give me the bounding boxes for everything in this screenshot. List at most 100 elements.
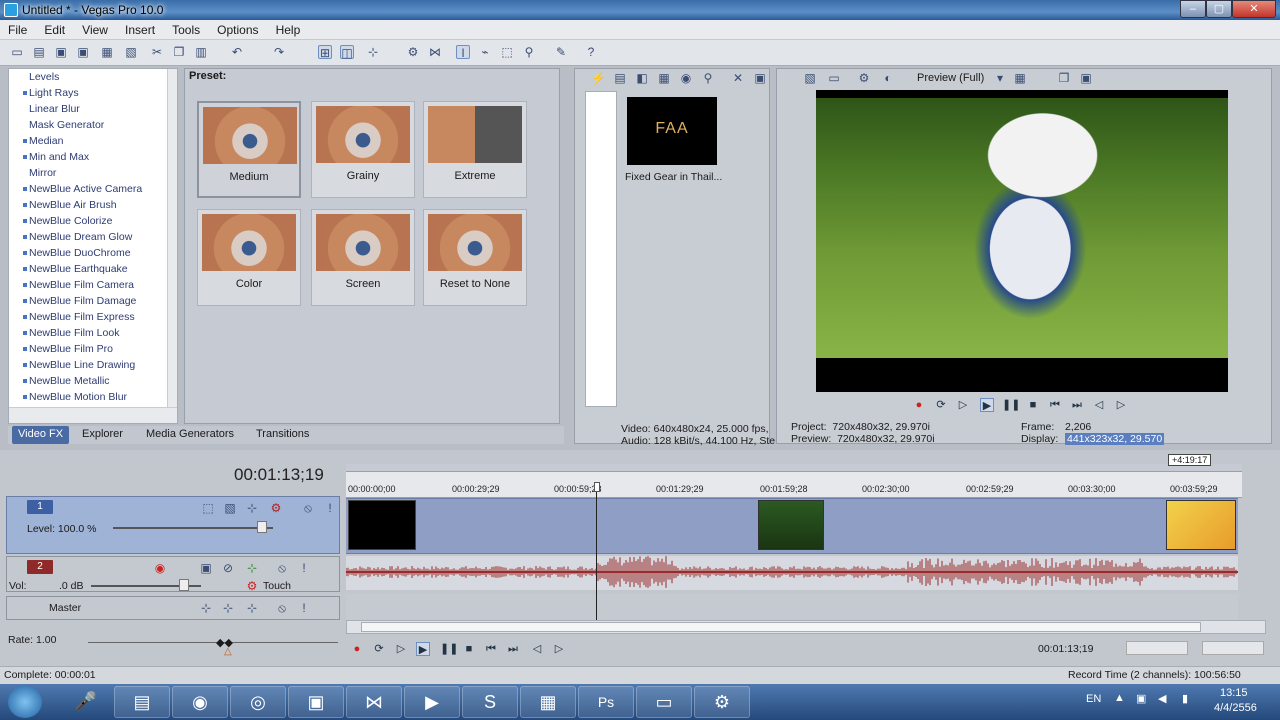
external-monitor-icon[interactable]: ▭ xyxy=(827,71,841,85)
start-button[interactable] xyxy=(8,686,42,718)
media-player-taskbar-icon[interactable]: ▶ xyxy=(404,686,460,718)
save-icon[interactable]: ▣ xyxy=(54,45,68,59)
wand-icon[interactable]: ✎ xyxy=(554,45,568,59)
timeline-ruler[interactable]: +4:19:17 00:00:00;00 00:00:29;29 00:00:5… xyxy=(346,454,1242,498)
go-to-start-icon[interactable]: ⏮ xyxy=(1048,398,1062,412)
properties-icon[interactable]: ▧ xyxy=(124,45,138,59)
fx-list-item[interactable]: NewBlue Film Pro xyxy=(9,341,177,357)
open-icon[interactable]: ▤ xyxy=(32,45,46,59)
stop-icon[interactable]: ■ xyxy=(1026,398,1040,412)
level-slider[interactable] xyxy=(113,527,273,529)
get-media-icon[interactable]: ◧ xyxy=(635,71,649,85)
loop-icon[interactable]: ⟳ xyxy=(372,642,386,656)
clock-date[interactable]: 4/4/2556 xyxy=(1214,702,1257,714)
video-clip-title[interactable] xyxy=(1166,500,1236,550)
ignore-grouping-icon[interactable]: ⚙ xyxy=(406,45,420,59)
close-button[interactable]: ✕ xyxy=(1232,0,1276,18)
visual-studio-taskbar-icon[interactable]: ⋈ xyxy=(346,686,402,718)
lock-envelopes-icon[interactable]: ◫ xyxy=(340,45,354,60)
chrome-taskbar-icon[interactable]: ◎ xyxy=(230,686,286,718)
preset-color[interactable]: Color xyxy=(197,209,301,306)
auto-ripple-icon[interactable]: ⊞ xyxy=(318,45,332,60)
media-file-name[interactable]: Fixed Gear in Thail... xyxy=(625,171,722,183)
envelope-tool-icon[interactable]: ⌁ xyxy=(478,45,492,59)
remove-icon[interactable]: ✕ xyxy=(731,71,745,85)
app-taskbar-icon[interactable]: ▣ xyxy=(288,686,344,718)
preset-medium[interactable]: Medium xyxy=(197,101,301,198)
render-icon[interactable]: ▦ xyxy=(100,45,114,59)
media-bins-tree[interactable] xyxy=(585,91,617,407)
volume-slider-handle[interactable] xyxy=(179,579,189,591)
prev-frame-icon[interactable]: ◁ xyxy=(530,642,544,656)
language-indicator[interactable]: EN xyxy=(1086,693,1101,705)
preset-grainy[interactable]: Grainy xyxy=(311,101,415,198)
fx-list-item[interactable]: NewBlue Earthquake xyxy=(9,261,177,277)
copy-snapshot-icon[interactable]: ❐ xyxy=(1057,71,1071,85)
master-automation-icon[interactable]: ⊹ xyxy=(221,601,235,615)
chevron-down-icon[interactable]: ▾ xyxy=(993,71,1007,85)
fx-list-item[interactable]: NewBlue Air Brush xyxy=(9,197,177,213)
save-snapshot-icon[interactable]: ▣ xyxy=(1079,71,1093,85)
tab-transitions[interactable]: Transitions xyxy=(256,428,309,440)
fx-list-item[interactable]: Min and Max xyxy=(9,149,177,165)
marker-bar[interactable] xyxy=(346,464,1242,472)
fx-list-item[interactable]: NewBlue Film Express xyxy=(9,309,177,325)
explorer-taskbar-icon[interactable]: ▤ xyxy=(114,686,170,718)
next-frame-icon[interactable]: ▷ xyxy=(552,642,566,656)
preview-quality-dropdown[interactable]: Preview (Full) xyxy=(917,72,984,84)
preview-properties-icon[interactable]: ▧ xyxy=(803,71,817,85)
compositing-mode-icon[interactable]: ⚙ xyxy=(269,501,283,515)
timeline-scroll-thumb[interactable] xyxy=(361,622,1201,632)
fx-list-scrollbar[interactable] xyxy=(167,69,177,407)
menu-insert[interactable]: Insert xyxy=(117,20,161,37)
undo-icon[interactable]: ↶ xyxy=(230,45,244,59)
solo-icon[interactable]: ! xyxy=(297,561,311,575)
play-from-start-icon[interactable]: ▷ xyxy=(394,642,408,656)
fx-list-item[interactable]: Mask Generator xyxy=(9,117,177,133)
fx-list-item[interactable]: Median xyxy=(9,133,177,149)
play-from-start-icon[interactable]: ▷ xyxy=(956,398,970,412)
fx-list-item[interactable]: NewBlue Film Camera xyxy=(9,277,177,293)
fx-list-item[interactable]: NewBlue DuoChrome xyxy=(9,245,177,261)
master-fx-icon[interactable]: ⊹ xyxy=(199,601,213,615)
audio-track-lane[interactable] xyxy=(345,556,1238,590)
paste-icon[interactable]: ▥ xyxy=(194,45,208,59)
solo-icon[interactable]: ! xyxy=(297,601,311,615)
media-fx-icon[interactable]: ▦ xyxy=(657,71,671,85)
arm-record-icon[interactable]: ◉ xyxy=(153,561,167,575)
track-motion-icon[interactable]: ⬚ xyxy=(201,501,215,515)
preset-reset[interactable]: Reset to None xyxy=(423,209,527,306)
help-pointer-icon[interactable]: ? xyxy=(584,45,598,59)
maximize-button[interactable]: ▢ xyxy=(1206,0,1232,18)
record-icon[interactable]: ● xyxy=(912,398,926,412)
play-icon[interactable]: ▶ xyxy=(980,398,994,412)
fx-list-item[interactable]: Light Rays xyxy=(9,85,177,101)
track-header-audio[interactable]: 2 Vol: .0 dB ◉ ▣ ⊘ ⊹ ⦸ ! ⚙ Touch xyxy=(6,556,340,593)
mute-icon[interactable]: ⦸ xyxy=(275,601,289,615)
solo-icon[interactable]: ! xyxy=(323,501,337,515)
video-clip-rider[interactable] xyxy=(758,500,824,550)
playhead-cursor[interactable] xyxy=(596,486,597,620)
fx-list-item[interactable]: NewBlue Motion Blur xyxy=(9,389,177,405)
vegas-taskbar-icon[interactable]: ▭ xyxy=(636,686,692,718)
overlays-icon[interactable]: ▦ xyxy=(1013,71,1027,85)
tab-explorer[interactable]: Explorer xyxy=(82,428,123,440)
go-to-start-icon[interactable]: ⏮ xyxy=(484,642,498,656)
capture-icon[interactable]: ▤ xyxy=(613,71,627,85)
split-screen-icon[interactable]: ◐ xyxy=(881,71,895,85)
redo-icon[interactable]: ↷ xyxy=(272,45,286,59)
selection-tool-icon[interactable]: ⬚ xyxy=(500,45,514,59)
stop-icon[interactable]: ■ xyxy=(462,642,476,656)
photoshop-taskbar-icon[interactable]: Ps xyxy=(578,686,634,718)
microphone-icon[interactable]: 🎤 xyxy=(58,686,114,718)
play-icon[interactable]: ▶ xyxy=(416,642,430,656)
mute-icon[interactable]: ⦸ xyxy=(301,501,315,515)
mute-icon[interactable]: ⦸ xyxy=(275,561,289,575)
preset-extreme[interactable]: Extreme xyxy=(423,101,527,198)
track-fx-icon[interactable]: ▧ xyxy=(223,501,237,515)
menu-file[interactable]: File xyxy=(0,20,33,37)
tray-arrow-icon[interactable]: ▲ xyxy=(1114,692,1125,704)
normal-edit-tool-icon[interactable]: I xyxy=(456,45,470,60)
fx-list-item[interactable]: Linear Blur xyxy=(9,101,177,117)
search-icon[interactable]: ⚲ xyxy=(701,71,715,85)
